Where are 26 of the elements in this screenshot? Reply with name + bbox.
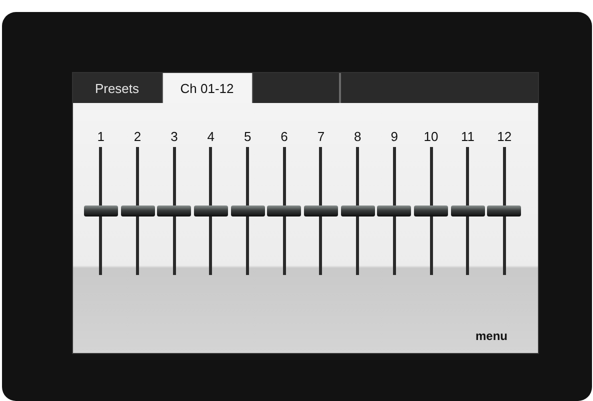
channel-number: 2: [134, 129, 142, 146]
fader-thumb[interactable]: [450, 206, 485, 216]
channel-number: 8: [354, 129, 362, 146]
channel-number: 3: [170, 129, 178, 146]
fader-thumb[interactable]: [84, 206, 118, 216]
fader-thumb[interactable]: [340, 206, 375, 216]
tab[interactable]: Ch 01-12: [162, 73, 252, 103]
fader-thumb[interactable]: [157, 206, 192, 216]
menu-button[interactable]: menu: [475, 329, 508, 343]
fader-thumb[interactable]: [304, 206, 338, 216]
fader-thumb[interactable]: [377, 206, 412, 216]
channel-number: 6: [280, 129, 288, 146]
fader-thumb[interactable]: [414, 206, 448, 216]
fader-thumb[interactable]: [267, 206, 302, 216]
channel-number: 11: [460, 129, 474, 146]
channel-number: 4: [207, 129, 215, 146]
fader-thumb[interactable]: [194, 206, 228, 216]
channel-number: 10: [424, 129, 438, 146]
fader-thumb[interactable]: [230, 206, 265, 216]
channel-number: 5: [244, 129, 252, 146]
channel-number: 7: [317, 129, 325, 146]
channel-number: 9: [390, 129, 398, 146]
channel-number: 1: [97, 129, 104, 146]
fader-thumb[interactable]: [120, 206, 155, 216]
fader-thumb[interactable]: [487, 206, 522, 216]
channel-number: 12: [497, 129, 512, 146]
